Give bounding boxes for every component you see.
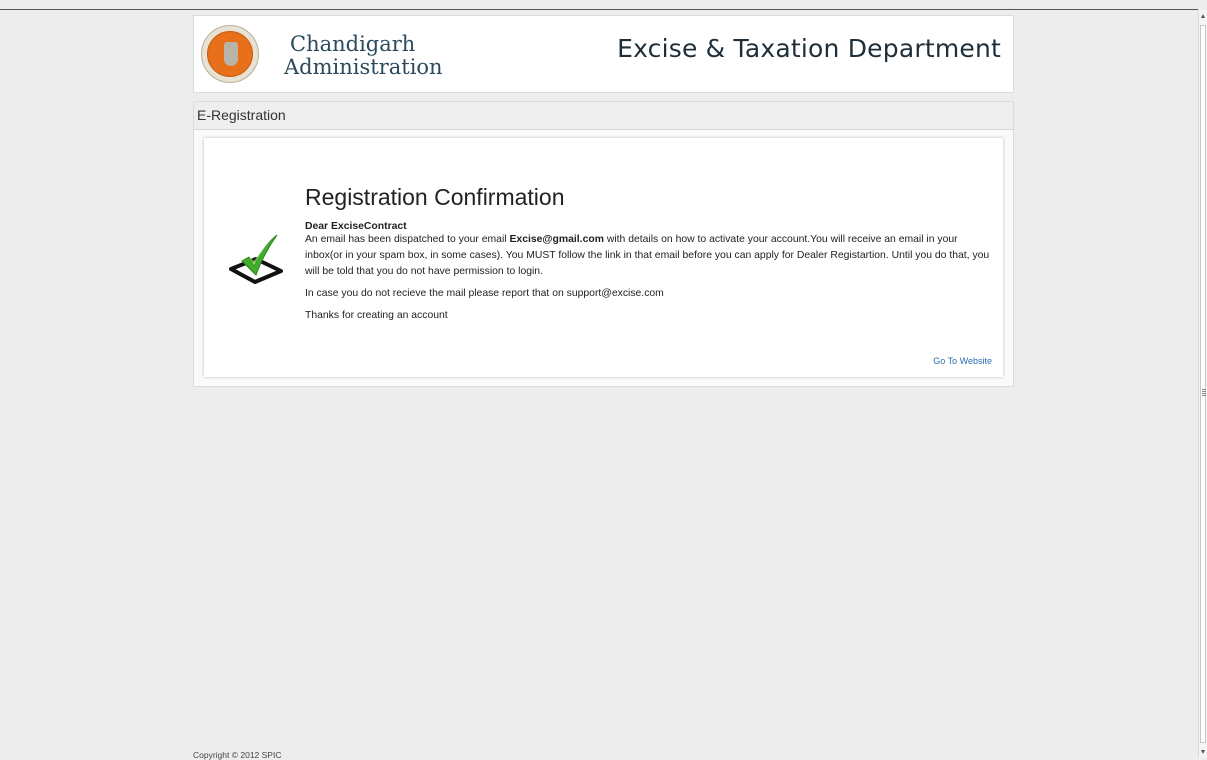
activation-instructions: An email has been dispatched to your ema… [305,232,997,280]
department-title: Excise & Taxation Department [617,34,1001,63]
panel-title: E-Registration [194,102,1013,130]
logo-line-1: Chandigarh [290,32,416,56]
site-header: Chandigarh Administration Excise & Taxat… [193,15,1014,93]
go-to-website-link[interactable]: Go To Website [933,356,992,366]
scroll-up-arrow-icon[interactable] [1201,14,1205,18]
logo-text: Chandigarh Administration [284,33,443,79]
chandigarh-seal-logo-icon [201,25,259,83]
thanks-text: Thanks for creating an account [305,310,448,321]
logo-line-2: Administration [284,55,443,79]
copyright-footer: Copyright © 2012 SPIC [193,750,282,760]
instructions-prefix: An email has been dispatched to your ema… [305,234,510,245]
confirmation-card: Registration Confirmation Dear ExciseCon… [204,138,1003,377]
scroll-down-arrow-icon[interactable] [1201,750,1205,754]
vertical-scrollbar[interactable] [1198,10,1207,757]
checkmark-icon [229,234,283,284]
scroll-thumb[interactable] [1200,25,1206,743]
support-note: In case you do not recieve the mail plea… [305,288,664,299]
confirmation-title: Registration Confirmation [305,184,565,210]
greeting: Dear ExciseContract [305,221,407,232]
scroll-grip-icon [1202,389,1206,396]
confirmation-message: Dear ExciseContract An email has been di… [305,221,997,324]
user-email: Excise@gmail.com [509,234,604,245]
top-border [0,9,1198,10]
registration-panel: E-Registration Registration Confirmation… [193,101,1014,387]
